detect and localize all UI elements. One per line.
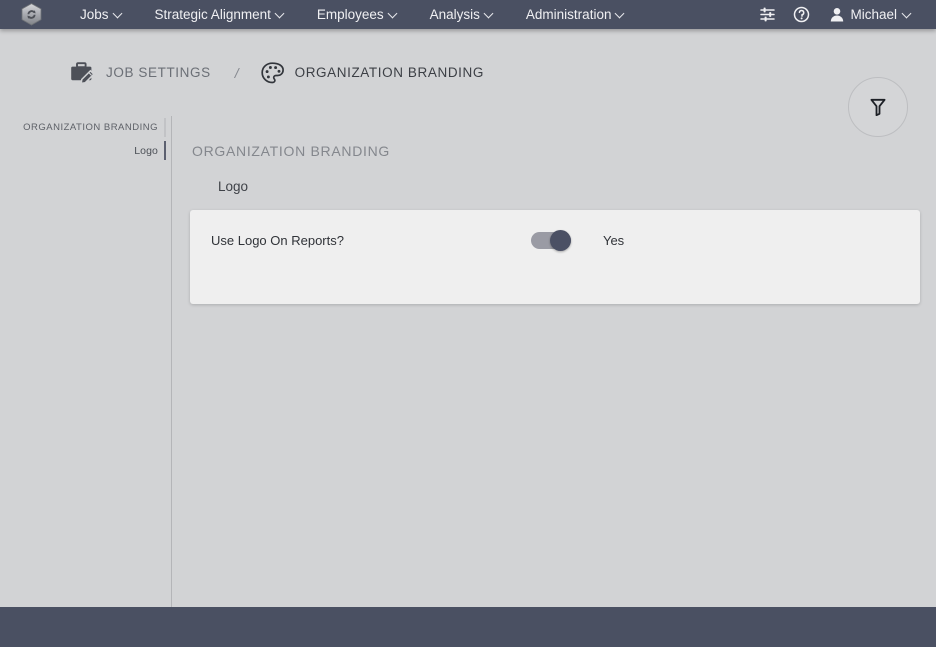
- breadcrumb-item-job-settings-label: JOB SETTINGS: [106, 65, 211, 80]
- chevron-down-icon: [616, 9, 625, 18]
- settings-group-title: Logo: [218, 179, 249, 194]
- filter-funnel-icon: [870, 98, 886, 116]
- chevron-down-icon: [903, 9, 912, 18]
- help-circle-icon[interactable]: [786, 0, 816, 29]
- nav-item-employees-label: Employees: [316, 7, 384, 22]
- nav-item-analysis-label: Analysis: [429, 7, 480, 22]
- hexagon-logo-icon[interactable]: [16, 0, 46, 29]
- setting-control-group: Yes: [530, 230, 625, 251]
- briefcase-edit-icon: [70, 61, 95, 84]
- sidebar-indicator-active: [163, 141, 166, 160]
- breadcrumb-item-organization-branding[interactable]: ORGANIZATION BRANDING: [260, 61, 484, 84]
- sidebar-item-organization-branding[interactable]: ORGANIZATION BRANDING: [0, 116, 171, 139]
- main-menu: Jobs Strategic Alignment Employees Analy…: [64, 0, 641, 29]
- chevron-down-icon: [389, 9, 398, 18]
- breadcrumb-item-organization-branding-label: ORGANIZATION BRANDING: [294, 65, 484, 80]
- chevron-down-icon: [485, 9, 494, 18]
- chevron-down-icon: [276, 9, 285, 18]
- nav-item-jobs-label: Jobs: [80, 7, 109, 22]
- nav-item-administration-label: Administration: [525, 7, 612, 22]
- sliders-icon[interactable]: [752, 0, 782, 29]
- sidebar-item-logo[interactable]: Logo: [0, 139, 171, 162]
- toggle-knob: [549, 230, 571, 251]
- user-menu[interactable]: Michael: [820, 0, 920, 29]
- main-content: ORGANIZATION BRANDING Logo Use Logo On R…: [172, 116, 936, 607]
- top-navigation-bar: Jobs Strategic Alignment Employees Analy…: [0, 0, 936, 29]
- page-title: ORGANIZATION BRANDING: [192, 143, 391, 159]
- page-header: JOB SETTINGS / ORGANIZATION BRANDING: [0, 29, 936, 137]
- nav-item-jobs[interactable]: Jobs: [64, 0, 139, 29]
- use-logo-on-reports-toggle[interactable]: [530, 230, 571, 251]
- user-name-label: Michael: [850, 7, 897, 22]
- nav-item-administration[interactable]: Administration: [510, 0, 642, 29]
- palette-icon: [260, 61, 284, 84]
- sidebar-indicator: [163, 118, 166, 137]
- nav-item-strategic-alignment[interactable]: Strategic Alignment: [139, 0, 301, 29]
- nav-item-strategic-alignment-label: Strategic Alignment: [154, 7, 271, 22]
- user-avatar-icon: [830, 7, 844, 22]
- breadcrumb-separator: /: [234, 64, 239, 81]
- breadcrumb: JOB SETTINGS / ORGANIZATION BRANDING: [70, 61, 484, 84]
- navbar-right-actions: Michael: [752, 0, 936, 29]
- sidebar: ORGANIZATION BRANDING Logo: [0, 116, 172, 607]
- setting-label-use-logo-on-reports: Use Logo On Reports?: [211, 233, 344, 248]
- setting-row-use-logo-on-reports: Use Logo On Reports? Yes: [190, 230, 920, 251]
- settings-card: Use Logo On Reports? Yes: [190, 210, 920, 304]
- chevron-down-icon: [114, 9, 123, 18]
- nav-item-employees[interactable]: Employees: [301, 0, 414, 29]
- footer-bar: [0, 607, 936, 647]
- breadcrumb-item-job-settings[interactable]: JOB SETTINGS: [70, 61, 211, 84]
- use-logo-on-reports-value: Yes: [602, 233, 625, 248]
- sidebar-item-organization-branding-label: ORGANIZATION BRANDING: [23, 122, 158, 133]
- nav-item-analysis[interactable]: Analysis: [414, 0, 510, 29]
